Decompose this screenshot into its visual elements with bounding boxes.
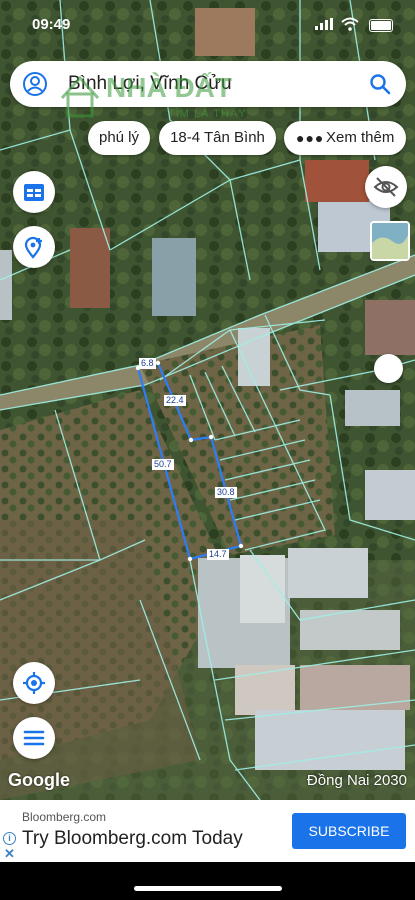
layer-visibility-button[interactable] bbox=[365, 166, 407, 208]
map-thumbnail-image bbox=[372, 223, 408, 259]
my-location-button[interactable] bbox=[13, 662, 55, 704]
parcel-edge-label: 6.8 bbox=[139, 358, 156, 369]
status-bar: 09:49 bbox=[0, 0, 415, 50]
region-layer-label: Đồng Nai 2030 bbox=[306, 772, 407, 789]
eye-off-icon bbox=[373, 177, 399, 197]
more-label: Xem thêm bbox=[326, 129, 395, 146]
scroll-handle[interactable] bbox=[374, 354, 403, 383]
info-icon[interactable]: i bbox=[3, 832, 16, 845]
satellite-map[interactable]: 6.8 22.4 50.7 30.8 14.7 bbox=[0, 0, 415, 800]
menu-button[interactable] bbox=[13, 717, 55, 759]
subscribe-button[interactable]: SUBSCRIBE bbox=[292, 813, 406, 849]
menu-icon bbox=[23, 730, 45, 746]
search-input[interactable]: Bình Lợi, Vĩnh Cửu bbox=[68, 73, 232, 95]
chip-phu-ly[interactable]: phú lý bbox=[88, 121, 150, 155]
search-icon[interactable] bbox=[368, 72, 392, 96]
map-imagery bbox=[0, 0, 415, 800]
search-bar[interactable]: Bình Lợi, Vĩnh Cửu bbox=[10, 61, 406, 107]
ad-source: Bloomberg.com bbox=[22, 810, 107, 824]
cellular-signal-icon bbox=[315, 18, 333, 30]
chip-tan-binh[interactable]: 18-4 Tân Bình bbox=[159, 121, 276, 155]
calendar-button[interactable] bbox=[13, 171, 55, 213]
more-dots-icon: ●●● bbox=[296, 130, 325, 146]
wifi-icon bbox=[341, 17, 359, 31]
parcel-edge-label: 50.7 bbox=[152, 459, 174, 470]
bottom-bar bbox=[0, 862, 415, 900]
more-button[interactable]: ●●● Xem thêm bbox=[284, 121, 406, 155]
add-location-button[interactable] bbox=[13, 226, 55, 268]
user-icon[interactable] bbox=[22, 71, 48, 97]
ad-headline[interactable]: Try Bloomberg.com Today bbox=[22, 828, 243, 850]
parcel-edge-label: 14.7 bbox=[207, 549, 229, 560]
close-icon[interactable]: ✕ bbox=[4, 846, 15, 862]
map-type-thumbnail[interactable] bbox=[370, 221, 410, 261]
home-indicator[interactable] bbox=[134, 886, 282, 891]
parcel-edge-label: 30.8 bbox=[215, 487, 237, 498]
status-time: 09:49 bbox=[32, 16, 71, 33]
calendar-icon bbox=[24, 184, 44, 201]
google-attribution: Google bbox=[8, 770, 70, 790]
battery-icon bbox=[369, 19, 393, 32]
parcel-edge-label: 22.4 bbox=[164, 395, 186, 406]
ad-banner[interactable]: i ✕ Bloomberg.com Try Bloomberg.com Toda… bbox=[0, 800, 415, 862]
add-location-icon bbox=[24, 236, 42, 259]
my-location-icon bbox=[23, 672, 45, 694]
